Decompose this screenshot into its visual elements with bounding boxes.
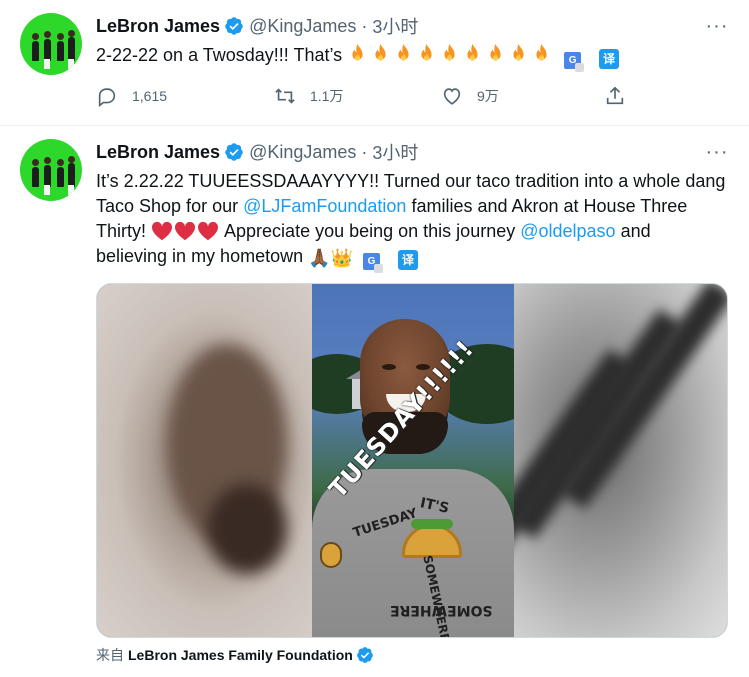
reply-count: 1,615	[132, 88, 168, 104]
video-frame: IT'S TUESDAY SOMEWHERE SOMEWHERE TUESDAY…	[312, 284, 514, 637]
like-count: 9万	[477, 88, 499, 104]
avatar[interactable]	[20, 139, 82, 201]
tweet-time[interactable]: 3小时	[372, 139, 418, 165]
avatar-figure	[68, 37, 75, 61]
translate-button[interactable]: 译	[397, 250, 418, 270]
avatar-figure	[44, 165, 51, 187]
fire-emoji-icon	[513, 43, 524, 61]
avatar-figure-legs	[44, 185, 50, 195]
fire-emoji-icon	[444, 43, 455, 61]
heart-emoji-row	[151, 221, 220, 241]
avatar-figure-head	[68, 156, 75, 163]
avatar-figure	[57, 167, 64, 187]
fire-emoji-icon	[536, 43, 547, 61]
share-button[interactable]	[604, 84, 626, 108]
tweet-actions: 1,615 1.1万 9万	[96, 84, 636, 108]
author-name[interactable]: LeBron James	[96, 142, 220, 163]
avatar-figure-legs	[68, 59, 74, 69]
tweet-text: It’s 2.22.22 TUUEESSDAAAYYYY!! Turned ou…	[96, 169, 726, 273]
reply-button[interactable]: 1,615	[96, 84, 167, 108]
tweet-text-part: Appreciate you being on this journey	[220, 221, 521, 241]
tweet-video[interactable]: IT'S TUESDAY SOMEWHERE SOMEWHERE TUESDAY…	[96, 283, 728, 638]
tweet-header: LeBron James @KingJames · 3小时	[96, 140, 418, 164]
fire-emoji-icon	[421, 43, 432, 61]
red-heart-emoji-icon	[151, 221, 173, 241]
fire-emoji-icon	[490, 43, 501, 61]
tweet-header: LeBron James @KingJames · 3小时	[96, 14, 418, 38]
video-blur-left	[97, 284, 312, 637]
fire-emoji-icon	[375, 43, 386, 61]
source-account-link[interactable]: LeBron James Family Foundation	[128, 647, 353, 663]
author-name[interactable]: LeBron James	[96, 16, 220, 37]
google-translate-icon[interactable]: G	[564, 52, 585, 72]
verified-badge-icon	[356, 646, 374, 664]
eye-shape	[382, 364, 396, 370]
avatar-figure-head	[32, 159, 39, 166]
mention-link[interactable]: @oldelpaso	[520, 221, 615, 241]
avatar-figure	[32, 41, 39, 61]
avatar-figure-legs	[44, 59, 50, 69]
retweet-button[interactable]: 1.1万	[274, 84, 343, 108]
avatar[interactable]	[20, 13, 82, 75]
fire-emoji-icon	[398, 43, 409, 61]
google-translate-icon[interactable]: G	[362, 253, 383, 273]
reply-icon	[98, 88, 116, 107]
source-prefix: 来自	[96, 647, 124, 663]
avatar-figure-head	[32, 33, 39, 40]
separator-dot: ·	[361, 15, 368, 36]
tweet-text-body: 2-22-22 on a Twosday!!! That’s	[96, 45, 348, 65]
retweet-count: 1.1万	[310, 88, 344, 104]
avatar-figure-head	[57, 159, 64, 166]
taco-small-graphic	[320, 542, 342, 568]
author-handle[interactable]: @KingJames	[249, 142, 356, 163]
verified-badge-icon	[224, 16, 244, 36]
fire-emoji-icon	[467, 43, 478, 61]
avatar-figure-legs	[68, 185, 74, 195]
more-options-icon[interactable]: ···	[705, 140, 729, 164]
share-icon	[606, 86, 624, 105]
red-heart-emoji-icon	[197, 221, 219, 241]
like-button[interactable]: 9万	[441, 84, 499, 108]
video-blur-right	[460, 284, 727, 637]
heart-icon	[443, 88, 461, 105]
fire-emoji-row	[347, 43, 554, 65]
avatar-figure-head	[44, 157, 51, 164]
avatar-figure	[32, 167, 39, 187]
blur-shape	[207, 484, 287, 574]
retweet-icon	[275, 88, 295, 104]
crown-emoji: 👑	[330, 248, 353, 268]
folded-hands-emoji: 🙏🏾	[308, 248, 331, 268]
verified-badge-icon	[224, 142, 244, 162]
more-options-icon[interactable]: ···	[705, 14, 729, 38]
avatar-figure-head	[57, 33, 64, 40]
tweet[interactable]: LeBron James @KingJames · 3小时 ··· 2-22-2…	[0, 0, 749, 126]
source-attribution: 来自 LeBron James Family Foundation	[96, 645, 374, 665]
red-heart-emoji-icon	[174, 221, 196, 241]
avatar-figure	[57, 41, 64, 61]
tweet[interactable]: LeBron James @KingJames · 3小时 ··· It’s 2…	[0, 126, 749, 677]
author-handle[interactable]: @KingJames	[249, 16, 356, 37]
fire-emoji-icon	[352, 43, 363, 61]
tweet-text: 2-22-22 on a Twosday!!! That’s G译	[96, 43, 716, 72]
translate-button[interactable]: 译	[599, 49, 620, 69]
mention-link[interactable]: @LJFamFoundation	[243, 196, 406, 216]
avatar-figure	[68, 163, 75, 187]
separator-dot: ·	[361, 141, 368, 162]
tweet-time[interactable]: 3小时	[372, 13, 418, 39]
shirt-text: SOMEWHERE	[390, 602, 493, 618]
avatar-figure-head	[68, 30, 75, 37]
avatar-figure	[44, 39, 51, 61]
avatar-figure-head	[44, 31, 51, 38]
